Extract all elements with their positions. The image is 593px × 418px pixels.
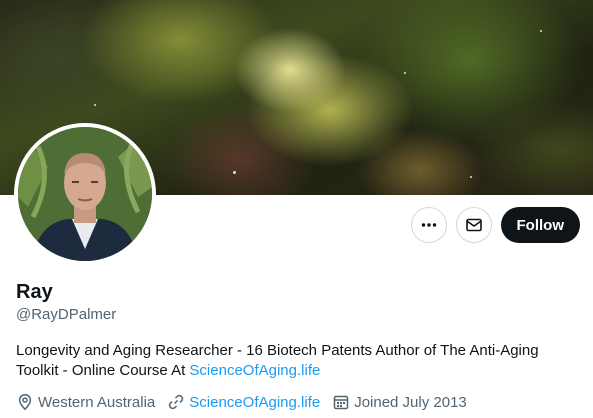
banner-star [540,30,542,32]
more-button[interactable] [410,207,447,243]
profile-meta: Western Australia ScienceOfAging.life Jo… [16,393,479,411]
more-icon [421,223,436,227]
location-item: Western Australia [16,393,155,411]
avatar-photo [18,127,152,261]
website-item[interactable]: ScienceOfAging.life [167,393,320,411]
link-icon [169,394,184,410]
website-link[interactable]: ScienceOfAging.life [189,394,320,411]
joined-text: Joined July 2013 [354,393,467,411]
banner-star [470,176,472,178]
profile-bio: Longevity and Aging Researcher - 16 Biot… [16,341,576,381]
follow-button[interactable]: Follow [500,207,580,243]
joined-item: Joined July 2013 [332,393,467,411]
bio-link[interactable]: ScienceOfAging.life [189,362,320,379]
profile-avatar[interactable] [14,123,156,265]
profile-name: Ray [16,281,53,303]
location-text: Western Australia [38,393,156,411]
mail-icon [465,218,482,232]
banner-star [404,72,406,74]
banner-star [233,171,236,174]
location-pin-icon [18,394,32,411]
profile-handle: @RayDPalmer [16,306,117,323]
message-button[interactable] [455,207,492,243]
calendar-icon [333,395,349,410]
profile-actions: Follow [410,207,580,243]
banner-star [94,104,96,106]
